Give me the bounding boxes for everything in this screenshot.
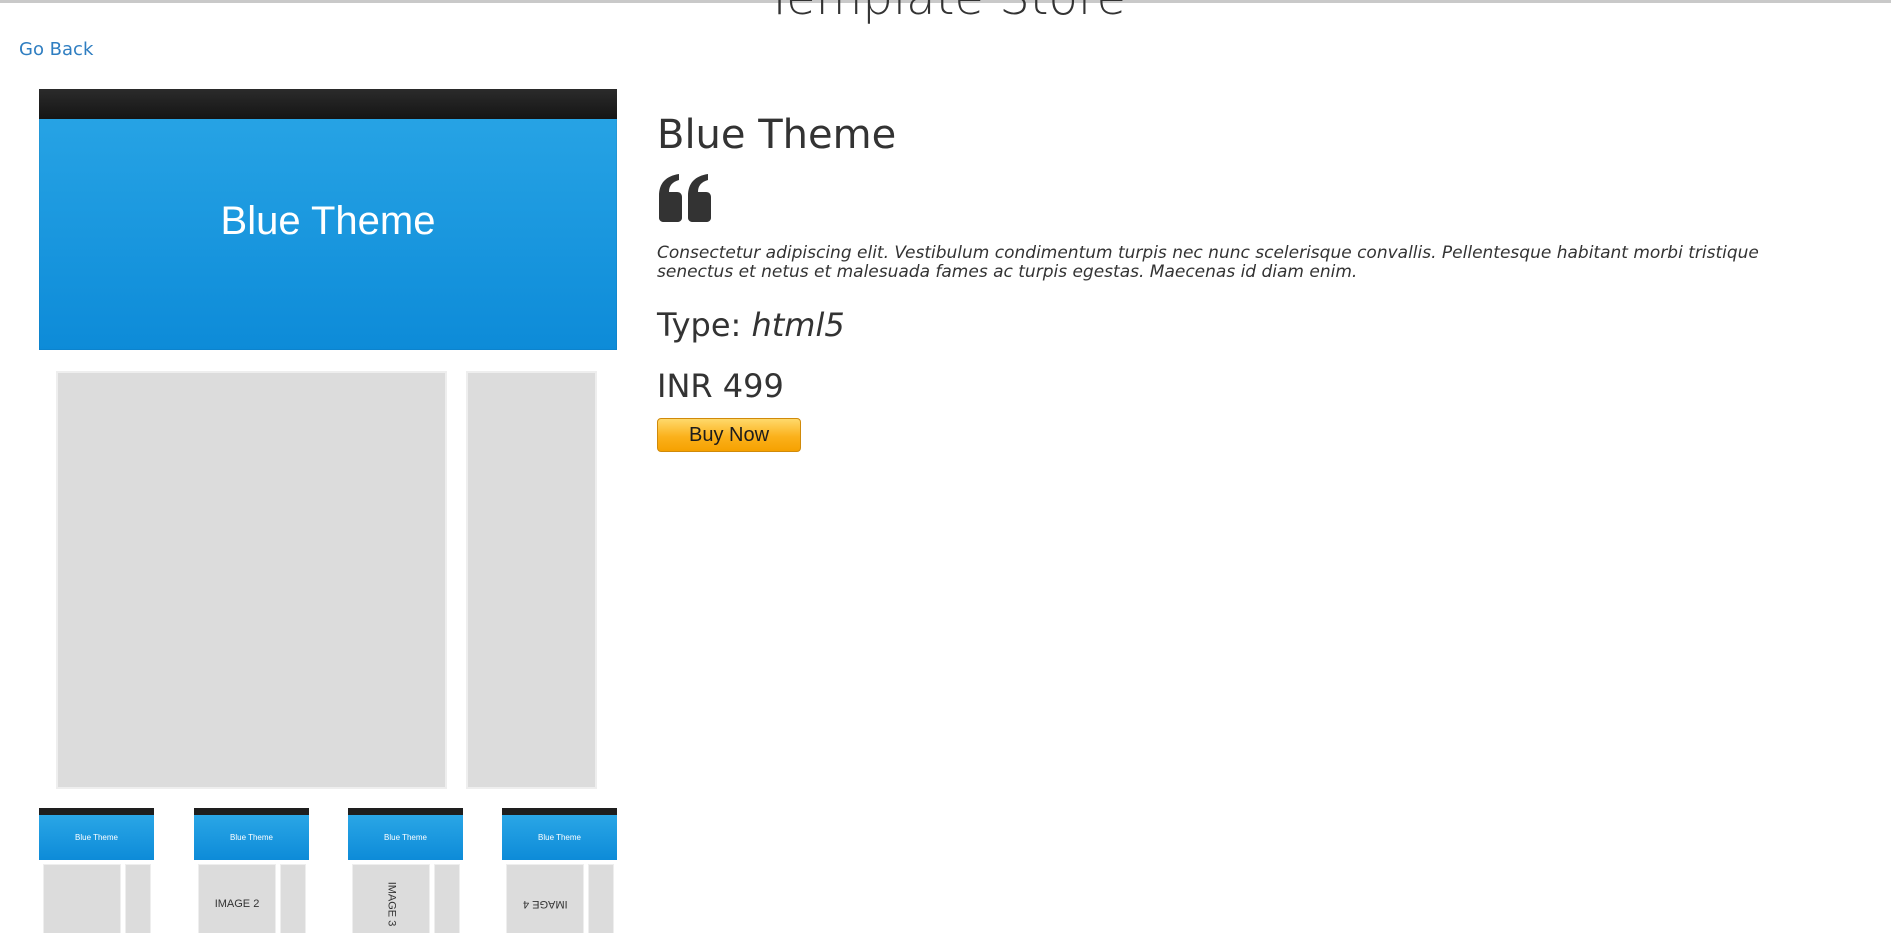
product-type: Type: html5: [657, 306, 845, 344]
product-description: Consectetur adipiscing elit. Vestibulum …: [657, 243, 1759, 282]
thumbnail-content-placeholder: IMAGE 2: [198, 864, 276, 933]
type-label: Type:: [657, 306, 742, 344]
product-title: Blue Theme: [657, 112, 897, 158]
preview-header-bar: [39, 89, 617, 119]
main-preview-image: Blue Theme: [39, 89, 617, 350]
thumbnail-sidebar-placeholder: [280, 864, 306, 933]
thumbnail-title: Blue Theme: [348, 815, 463, 860]
thumbnail-content-placeholder: IMAGE 4: [506, 864, 584, 933]
thumbnail-title: Blue Theme: [502, 815, 617, 860]
thumbnail-header-bar: [348, 808, 463, 815]
buy-now-button[interactable]: Buy Now: [657, 418, 801, 452]
thumbnail-4[interactable]: Blue Theme IMAGE 4: [502, 808, 617, 933]
thumbnail-sidebar-placeholder: [125, 864, 151, 933]
preview-sidebar-placeholder: [466, 371, 597, 789]
thumbnail-title: Blue Theme: [194, 815, 309, 860]
preview-title: Blue Theme: [220, 199, 436, 243]
thumbnail-image-label: IMAGE 2: [214, 898, 260, 910]
thumbnail-image-label: IMAGE 4: [522, 898, 568, 910]
thumbnail-3[interactable]: Blue Theme IMAGE 3: [348, 808, 463, 933]
type-value: html5: [751, 306, 845, 344]
thumbnail-image-label: IMAGE 3: [385, 881, 397, 927]
thumbnail-sidebar-placeholder: [588, 864, 614, 933]
preview-content-placeholder: [56, 371, 447, 789]
thumbnail-header-bar: [39, 808, 154, 815]
thumbnail-1[interactable]: Blue Theme: [39, 808, 154, 933]
thumbnail-title: Blue Theme: [39, 815, 154, 860]
thumbnail-sidebar-placeholder: [434, 864, 460, 933]
thumbnail-header-bar: [194, 808, 309, 815]
thumbnail-content-placeholder: IMAGE 3: [352, 864, 430, 933]
thumbnail-content-placeholder: [43, 864, 121, 933]
quote-left-icon: [659, 174, 711, 222]
site-title: Template Store: [0, 0, 1891, 26]
product-price: INR 499: [657, 367, 784, 405]
go-back-link[interactable]: Go Back: [19, 39, 93, 60]
thumbnail-header-bar: [502, 808, 617, 815]
thumbnail-2[interactable]: Blue Theme IMAGE 2: [194, 808, 309, 933]
